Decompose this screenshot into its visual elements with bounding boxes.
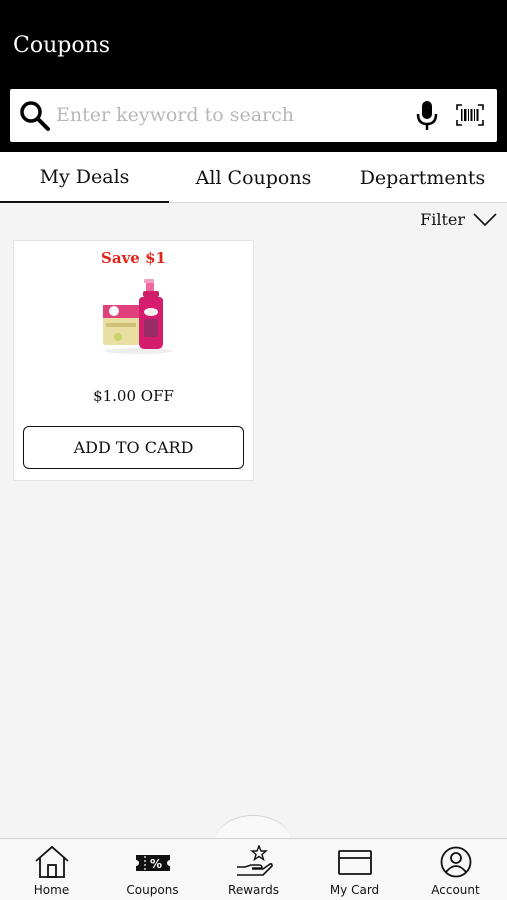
add-to-card-button[interactable]: ADD TO CARD [23, 426, 244, 469]
card-icon [337, 850, 372, 875]
svg-text:%: % [149, 857, 161, 871]
bottom-nav: Home % Coupons Rewards My Card Account [0, 838, 507, 900]
filter-button[interactable]: Filter [420, 210, 497, 229]
tab-bar: My Deals All Coupons Departments [0, 152, 507, 203]
page-title: Coupons [13, 33, 111, 58]
nav-my-card[interactable]: My Card [304, 839, 405, 900]
savings-label: Save $1 [101, 249, 166, 267]
tab-all-coupons[interactable]: All Coupons [169, 152, 338, 203]
search-icon [20, 101, 50, 131]
barcode-scan-icon[interactable] [456, 104, 484, 126]
microphone-icon[interactable] [414, 100, 440, 132]
product-image [103, 279, 173, 354]
tab-my-deals[interactable]: My Deals [0, 152, 169, 203]
search-input[interactable] [56, 97, 406, 133]
tab-departments[interactable]: Departments [338, 152, 507, 203]
rewards-hand-star-icon [236, 845, 273, 876]
offer-amount: $1.00 OFF [93, 387, 174, 405]
filter-label: Filter [420, 210, 465, 229]
nav-account[interactable]: Account [405, 839, 506, 900]
nav-my-card-label: My Card [329, 883, 380, 897]
coupon-ticket-icon: % [135, 855, 170, 871]
nav-coupons-label: Coupons [126, 883, 179, 897]
nav-home[interactable]: Home [1, 839, 102, 900]
nav-account-label: Account [431, 883, 480, 897]
nav-rewards[interactable]: Rewards [203, 839, 304, 900]
chevron-down-icon [473, 212, 497, 226]
nav-coupons[interactable]: % Coupons [102, 839, 203, 900]
nav-rewards-label: Rewards [228, 883, 279, 897]
coupon-card[interactable]: Save $1 $1.00 OFF ADD TO CARD [13, 240, 254, 481]
app-header: Coupons [0, 0, 507, 152]
nav-home-label: Home [33, 883, 70, 897]
home-icon [34, 845, 69, 878]
account-icon [440, 846, 471, 878]
search-bar[interactable] [10, 89, 497, 142]
